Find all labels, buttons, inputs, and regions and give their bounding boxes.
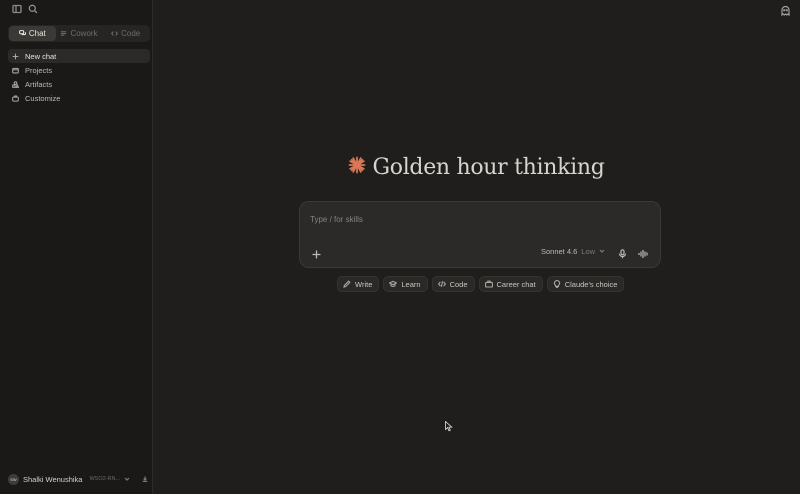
- chevron-down-icon: [124, 475, 130, 484]
- chip-code[interactable]: Code: [431, 276, 475, 292]
- chip-write[interactable]: Write: [337, 276, 380, 292]
- suggestion-chips: Write Learn Code Career chat Claude's ch…: [337, 276, 625, 292]
- greeting: Golden hour thinking: [153, 155, 800, 180]
- chip-label: Claude's choice: [564, 279, 618, 289]
- org-name: WSO2-RN...: [89, 476, 121, 482]
- chip-label: Code: [449, 279, 468, 289]
- mouse-pointer-icon: [445, 421, 453, 432]
- mode-switcher: Chat Cowork Code: [8, 25, 150, 42]
- message-input[interactable]: [310, 212, 640, 226]
- sidebar: Chat Cowork Code New chat Projects Artif…: [0, 0, 153, 494]
- chip-label: Write: [355, 279, 373, 289]
- sidebar-top-icons: [11, 3, 38, 14]
- model-name: Sonnet 4.6: [541, 246, 578, 256]
- composer: Sonnet 4.6 Low: [299, 201, 661, 268]
- sidebar-item-projects[interactable]: Projects: [8, 63, 150, 77]
- chip-learn[interactable]: Learn: [383, 276, 428, 292]
- chip-label: Career chat: [496, 279, 536, 289]
- tab-chat[interactable]: Chat: [9, 26, 56, 41]
- incognito-ghost-icon[interactable]: [780, 3, 791, 17]
- tab-cowork-label: Cowork: [70, 29, 98, 38]
- sidebar-item-new-chat[interactable]: New chat: [8, 49, 150, 63]
- greeting-text: Golden hour thinking: [372, 155, 605, 180]
- tab-chat-label: Chat: [28, 29, 46, 38]
- chip-career-chat[interactable]: Career chat: [478, 276, 543, 292]
- pencil-icon: [343, 280, 351, 288]
- chip-label: Learn: [401, 279, 421, 289]
- sidebar-item-artifacts[interactable]: Artifacts: [8, 77, 150, 91]
- briefcase-icon: [484, 280, 493, 288]
- chip-claudes-choice[interactable]: Claude's choice: [546, 276, 625, 292]
- model-selector[interactable]: Sonnet 4.6 Low: [541, 246, 605, 256]
- search-icon[interactable]: [27, 3, 38, 14]
- effort-level: Low: [581, 246, 596, 256]
- sidebar-item-label: Customize: [25, 93, 61, 103]
- sidebar-nav: New chat Projects Artifacts Customize: [8, 49, 150, 105]
- lightbulb-icon: [553, 280, 560, 288]
- sidebar-item-label: New chat: [25, 51, 57, 61]
- code-icon: [437, 281, 446, 287]
- tasks-icon: [61, 31, 67, 36]
- chevron-down-icon: [599, 249, 605, 253]
- sidebar-toggle-icon[interactable]: [11, 3, 22, 14]
- microphone-icon[interactable]: [618, 246, 627, 259]
- tab-code[interactable]: Code: [102, 26, 149, 41]
- code-icon: [111, 31, 119, 36]
- add-attachment-icon[interactable]: [312, 246, 322, 259]
- avatar: SW: [8, 473, 19, 485]
- voice-mode-icon[interactable]: [638, 246, 649, 258]
- sidebar-item-customize[interactable]: Customize: [8, 91, 150, 105]
- folder-icon: [12, 67, 19, 73]
- plus-icon: [12, 53, 19, 59]
- sidebar-item-label: Artifacts: [25, 79, 53, 89]
- sidebar-item-label: Projects: [25, 65, 53, 75]
- claude-spark-icon: [348, 156, 366, 179]
- chat-bubbles-icon: [18, 30, 26, 36]
- user-name: Shalki Wenushika: [23, 474, 83, 484]
- tab-code-label: Code: [121, 29, 141, 38]
- graduation-cap-icon: [389, 280, 398, 287]
- shapes-icon: [12, 80, 19, 88]
- tab-cowork[interactable]: Cowork: [56, 26, 103, 41]
- download-icon[interactable]: [142, 475, 148, 484]
- briefcase-icon: [12, 95, 19, 102]
- user-menu[interactable]: SW Shalki Wenushika WSO2-RN...: [8, 472, 150, 486]
